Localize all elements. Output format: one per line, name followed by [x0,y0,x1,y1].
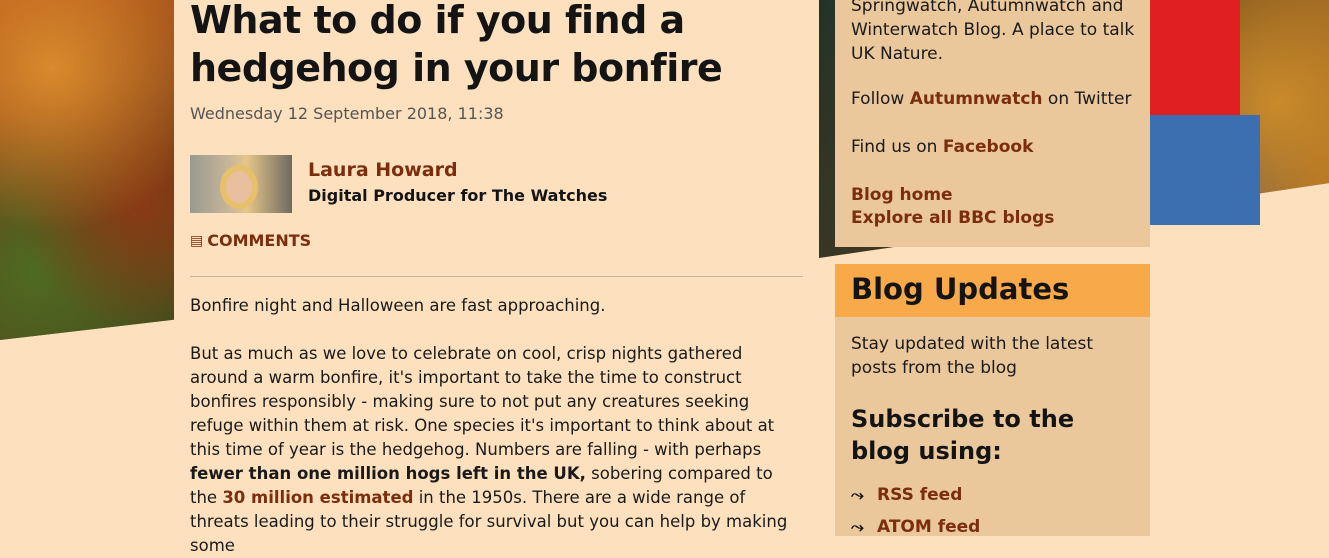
blog-updates-title: Blog Updates [851,272,1070,306]
blog-updates-body: Stay updated with the latest posts from … [835,317,1150,537]
follow-twitter: Follow Autumnwatch on Twitter [851,89,1132,109]
comment-icon: ▤ [190,232,204,249]
updates-description: Stay updated with the latest posts from … [851,334,1093,378]
autumn-background-left [0,0,175,340]
article-main: What to do if you find a hedgehog in you… [174,0,819,555]
article-date: Wednesday 12 September 2018, 11:38 [190,104,504,123]
find-facebook: Find us on Facebook [851,137,1034,157]
presenter-jeans [1150,115,1260,225]
author-avatar [190,155,292,213]
twitter-link[interactable]: Autumnwatch [910,89,1043,109]
author-role: Digital Producer for The Watches [308,186,608,205]
blog-updates-header: Blog Updates [835,264,1150,317]
blog-description: Springwatch, Autumnwatch and Winterwatch… [851,0,1135,64]
blog-info-box: Springwatch, Autumnwatch and Winterwatch… [835,0,1150,247]
article-title: What to do if you find a hedgehog in you… [190,0,723,90]
subscribe-heading: Subscribe to the blog using: [851,405,1075,465]
author-name-link[interactable]: Laura Howard [308,159,458,181]
facebook-link[interactable]: Facebook [943,137,1034,157]
rss-feed-link[interactable]: ⤳ RSS feed [851,485,962,505]
comments-label: COMMENTS [207,231,312,250]
blog-home-link[interactable]: Blog home [851,185,953,205]
article-paragraph: Bonfire night and Halloween are fast app… [190,296,606,315]
comments-link[interactable]: ▤ COMMENTS [190,231,311,250]
presenter-jacket [1150,0,1240,120]
atom-feed-link[interactable]: ⤳ ATOM feed [851,517,980,537]
rss-icon: ⤳ [851,517,864,536]
divider [190,276,803,277]
explore-blogs-link[interactable]: Explore all BBC blogs [851,208,1054,228]
article-paragraph: But as much as we love to celebrate on c… [190,344,788,555]
rss-icon: ⤳ [851,485,864,504]
estimate-link[interactable]: 30 million estimated [222,488,413,507]
